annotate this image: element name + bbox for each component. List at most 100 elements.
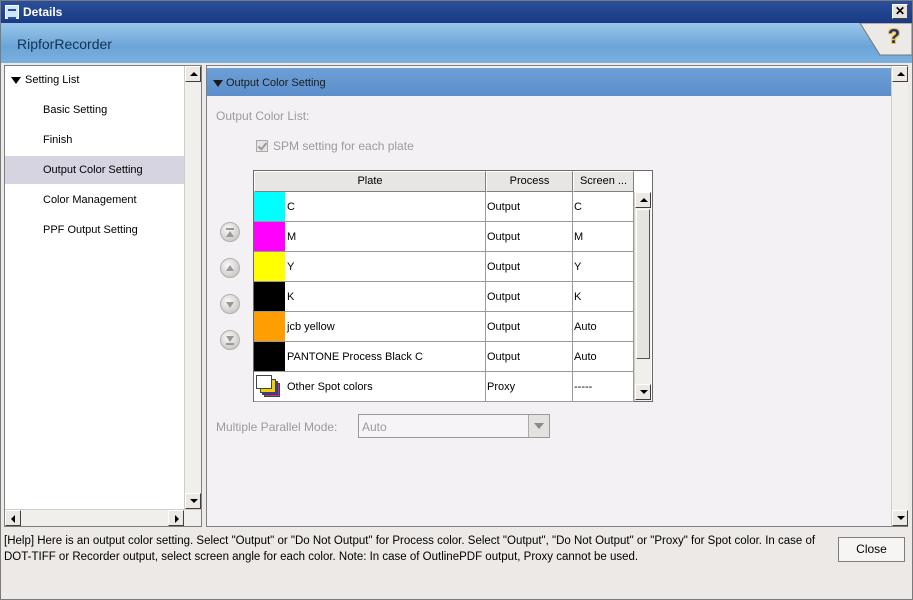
arrow-down-icon (897, 516, 905, 520)
scroll-down-button[interactable] (635, 384, 651, 400)
move-to-bottom-button[interactable] (220, 330, 240, 350)
plate-name: PANTONE Process Black C (287, 351, 423, 363)
arrow-up-icon (226, 265, 234, 271)
sidebar-horizontal-scrollbar[interactable] (5, 509, 201, 526)
table-row[interactable]: Other Spot colors Proxy ----- (254, 372, 634, 402)
color-swatch (254, 342, 285, 371)
close-button[interactable]: Close (838, 537, 905, 562)
screen-cell[interactable]: K (573, 282, 634, 312)
section-header[interactable]: Output Color Setting (207, 68, 891, 96)
setting-list-panel: Setting List Basic Setting Finish Output… (4, 65, 202, 527)
plate-name: M (287, 231, 297, 243)
color-swatch (254, 222, 285, 251)
process-cell[interactable]: Output (486, 312, 573, 342)
arrow-right-icon (175, 515, 179, 523)
color-swatch (254, 252, 285, 281)
plate-cell[interactable]: C (254, 192, 486, 222)
bottom-bar-icon (226, 343, 234, 345)
column-header-screen[interactable]: Screen ... (573, 171, 634, 192)
multiple-parallel-mode-value: Auto (362, 420, 387, 434)
scroll-thumb[interactable] (636, 209, 650, 359)
screen-cell[interactable]: C (573, 192, 634, 222)
output-color-setting-panel: Output Color Setting Output Color List: … (206, 65, 908, 527)
column-header-process[interactable]: Process (486, 171, 573, 192)
details-window: Details ✕ RipforRecorder ? Setting List … (0, 0, 913, 600)
move-to-top-button[interactable] (220, 222, 240, 242)
chevron-down-icon[interactable] (528, 415, 549, 437)
window-icon (5, 5, 19, 19)
app-banner: RipforRecorder ? (1, 23, 912, 63)
sidebar-item-output-color-setting[interactable]: Output Color Setting (5, 156, 184, 184)
table-vertical-scrollbar[interactable] (634, 192, 651, 401)
arrow-down-icon (190, 499, 198, 503)
screen-cell[interactable]: Auto (573, 312, 634, 342)
sidebar-vertical-scrollbar[interactable] (184, 66, 201, 509)
table-row[interactable]: Y Output Y (254, 252, 634, 282)
table-row[interactable]: jcb yellow Output Auto (254, 312, 634, 342)
screen-cell[interactable]: M (573, 222, 634, 252)
multiple-parallel-mode-label: Multiple Parallel Mode: (216, 420, 338, 434)
window-title: Details (23, 5, 63, 19)
spm-checkbox[interactable] (256, 140, 268, 152)
table-row[interactable]: K Output K (254, 282, 634, 312)
screen-cell[interactable]: ----- (573, 372, 634, 402)
collapse-triangle-icon (213, 80, 223, 87)
table-row[interactable]: C Output C (254, 192, 634, 222)
table-row[interactable]: M Output M (254, 222, 634, 252)
process-cell[interactable]: Proxy (486, 372, 573, 402)
scroll-down-button[interactable] (892, 510, 908, 526)
process-cell[interactable]: Output (486, 192, 573, 222)
section-title: Output Color Setting (226, 77, 326, 89)
arrow-down-icon (226, 336, 234, 342)
move-up-button[interactable] (220, 258, 240, 278)
table-row[interactable]: PANTONE Process Black C Output Auto (254, 342, 634, 372)
sidebar-item-ppf-output-setting[interactable]: PPF Output Setting (5, 216, 184, 244)
arrow-up-icon (190, 72, 198, 76)
app-name: RipforRecorder (17, 36, 112, 52)
scroll-up-button[interactable] (892, 66, 908, 82)
scroll-up-button[interactable] (635, 192, 651, 208)
process-cell[interactable]: Output (486, 282, 573, 312)
spm-label: SPM setting for each plate (273, 139, 414, 153)
plate-name: Other Spot colors (287, 381, 373, 393)
scroll-left-button[interactable] (5, 510, 21, 526)
arrow-up-icon (226, 231, 234, 237)
spm-checkbox-row[interactable]: SPM setting for each plate (256, 139, 414, 153)
collapse-triangle-icon (11, 76, 21, 84)
plate-cell[interactable]: PANTONE Process Black C (254, 342, 486, 372)
scroll-right-button[interactable] (168, 510, 184, 526)
scroll-up-button[interactable] (185, 66, 201, 82)
sidebar-item-color-management[interactable]: Color Management (5, 186, 184, 214)
process-cell[interactable]: Output (486, 342, 573, 372)
multiple-parallel-mode-select[interactable]: Auto (358, 414, 550, 438)
plate-cell[interactable]: Other Spot colors (254, 372, 486, 402)
color-swatch (254, 192, 285, 221)
setting-list-label: Setting List (25, 74, 80, 86)
arrow-up-icon (897, 72, 905, 76)
spot-swatch-layer (256, 375, 272, 389)
main-vertical-scrollbar[interactable] (891, 66, 908, 526)
plate-cell[interactable]: M (254, 222, 486, 252)
process-cell[interactable]: Output (486, 222, 573, 252)
sidebar-item-finish[interactable]: Finish (5, 126, 184, 154)
plate-name: Y (287, 261, 295, 273)
close-icon[interactable]: ✕ (892, 4, 908, 19)
scroll-down-button[interactable] (185, 493, 201, 509)
color-swatch (254, 312, 285, 341)
column-header-plate[interactable]: Plate (254, 171, 486, 192)
move-down-button[interactable] (220, 294, 240, 314)
screen-cell[interactable]: Y (573, 252, 634, 282)
plate-cell[interactable]: Y (254, 252, 486, 282)
color-swatch (254, 282, 285, 311)
plate-cell[interactable]: jcb yellow (254, 312, 486, 342)
process-cell[interactable]: Output (486, 252, 573, 282)
arrow-left-icon (11, 515, 15, 523)
sidebar-item-basic-setting[interactable]: Basic Setting (5, 96, 184, 124)
title-bar: Details ✕ (1, 1, 912, 23)
plate-cell[interactable]: K (254, 282, 486, 312)
help-button[interactable]: ? (858, 23, 912, 63)
output-color-list-label: Output Color List: (216, 109, 310, 123)
setting-list-header[interactable]: Setting List (11, 74, 79, 86)
arrow-up-icon (640, 198, 648, 202)
screen-cell[interactable]: Auto (573, 342, 634, 372)
